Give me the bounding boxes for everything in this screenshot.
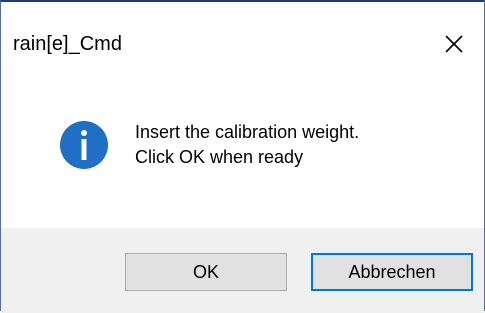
ok-button[interactable]: OK — [125, 253, 287, 291]
info-icon — [60, 121, 108, 169]
button-bar: OK Abbrechen — [1, 228, 484, 313]
window-title: rain[e]_Cmd — [13, 33, 122, 55]
message-text: Insert the calibration weight. Click OK … — [135, 120, 359, 170]
cancel-button[interactable]: Abbrechen — [311, 253, 473, 291]
message-line-1: Insert the calibration weight. — [135, 122, 360, 142]
title-bar: rain[e]_Cmd — [1, 2, 484, 88]
message-line-2: Click OK when ready — [135, 147, 304, 167]
message-dialog: rain[e]_Cmd Insert the calibration weigh… — [0, 0, 485, 313]
close-button[interactable] — [431, 22, 477, 66]
close-icon — [445, 35, 463, 53]
dialog-content: Insert the calibration weight. Click OK … — [1, 88, 484, 228]
